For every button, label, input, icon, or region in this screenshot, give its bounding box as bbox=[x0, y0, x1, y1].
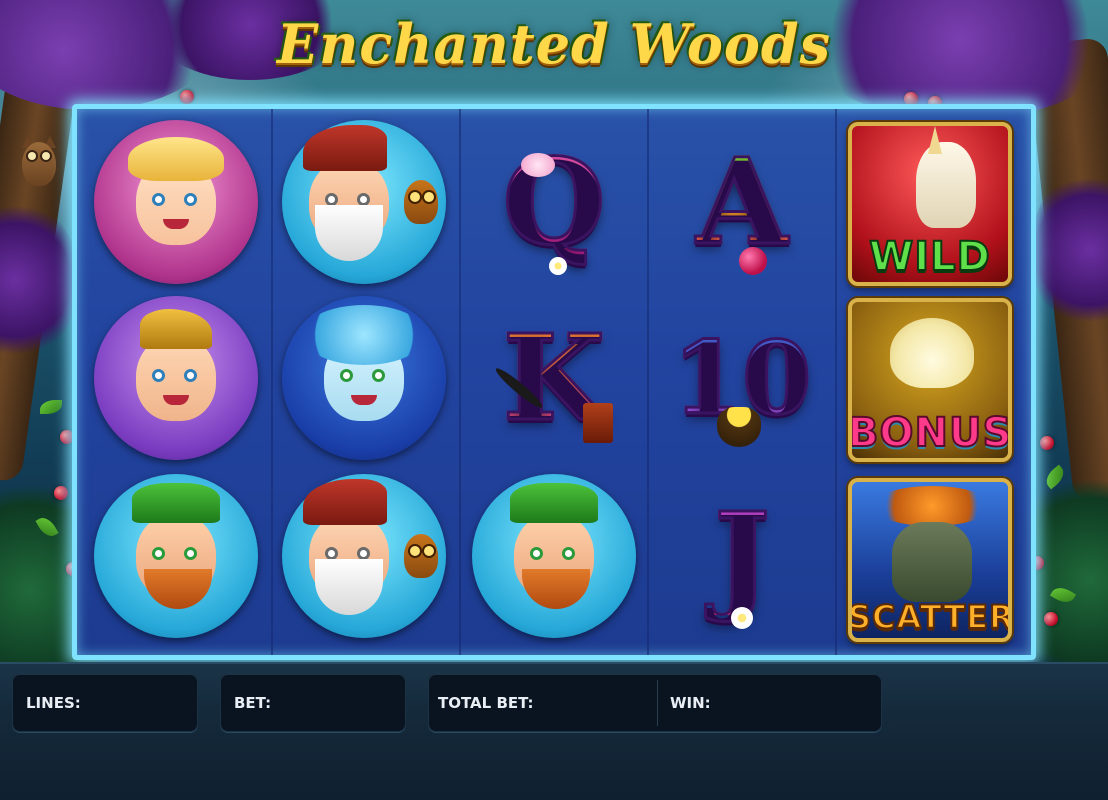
symbol-q: Q bbox=[469, 117, 639, 287]
foliage bbox=[0, 200, 80, 360]
total-bet-label: TOTAL BET: bbox=[438, 694, 534, 712]
reel-separator bbox=[271, 109, 273, 655]
pot-of-gold-icon bbox=[717, 407, 761, 447]
symbol-leprechaun bbox=[91, 471, 261, 641]
symbol-elf bbox=[91, 293, 261, 463]
tree-spirit-icon: SCATTER bbox=[848, 478, 1012, 642]
daisy-icon bbox=[549, 257, 567, 275]
owl-icon bbox=[16, 132, 62, 190]
leprechaun-icon bbox=[94, 474, 258, 638]
bonus-label: BONUS bbox=[848, 409, 1012, 457]
symbol-scatter: SCATTER bbox=[845, 475, 1015, 645]
bet-label: BET: bbox=[234, 694, 272, 712]
berry bbox=[54, 486, 68, 500]
elf-icon bbox=[94, 296, 258, 460]
symbol-bonus: BONUS bbox=[845, 295, 1015, 465]
win-label: WIN: bbox=[670, 694, 711, 712]
symbol-nymph bbox=[279, 293, 449, 463]
vine-leaf bbox=[40, 400, 62, 414]
ace-card-icon: A bbox=[695, 132, 790, 271]
berry bbox=[1040, 436, 1054, 450]
wild-label: WILD bbox=[868, 233, 991, 281]
wizard-icon bbox=[282, 474, 446, 638]
nymph-icon bbox=[282, 296, 446, 460]
book-icon bbox=[583, 403, 613, 443]
jack-card-icon: J bbox=[713, 486, 772, 625]
bet-display: BET: bbox=[220, 674, 406, 732]
reel-separator bbox=[647, 109, 649, 655]
symbol-10: 10 bbox=[657, 293, 827, 463]
symbol-fairy bbox=[91, 117, 261, 287]
scatter-label: SCATTER bbox=[848, 597, 1012, 637]
symbol-a: A bbox=[657, 117, 827, 287]
wizard-icon bbox=[282, 120, 446, 284]
unicorn-icon: WILD bbox=[848, 122, 1012, 286]
lotus-icon: BONUS bbox=[848, 298, 1012, 462]
lotus-flower-icon bbox=[521, 153, 555, 177]
reel-area: Q K A 10 J WILD BONUS SCATTER bbox=[72, 104, 1036, 660]
symbol-k: K bbox=[469, 293, 639, 463]
lines-display: LINES: bbox=[12, 674, 198, 732]
fairy-icon bbox=[94, 120, 258, 284]
symbol-wild: WILD bbox=[845, 119, 1015, 289]
reel-separator bbox=[835, 109, 837, 655]
symbol-wizard bbox=[279, 471, 449, 641]
symbol-wizard bbox=[279, 117, 449, 287]
berry bbox=[180, 90, 194, 104]
symbol-leprechaun bbox=[469, 471, 639, 641]
reel-separator bbox=[459, 109, 461, 655]
daisy-icon bbox=[731, 607, 753, 629]
info-panel: LINES: BET: TOTAL BET: WIN: bbox=[0, 662, 1108, 800]
berry-icon bbox=[739, 247, 767, 275]
berry bbox=[1044, 612, 1058, 626]
game-title: Enchanted Woods bbox=[276, 12, 832, 76]
leprechaun-icon bbox=[472, 474, 636, 638]
total-bet-win-display: TOTAL BET: WIN: bbox=[428, 674, 882, 732]
lines-label: LINES: bbox=[26, 694, 81, 712]
symbol-j: J bbox=[657, 471, 827, 641]
